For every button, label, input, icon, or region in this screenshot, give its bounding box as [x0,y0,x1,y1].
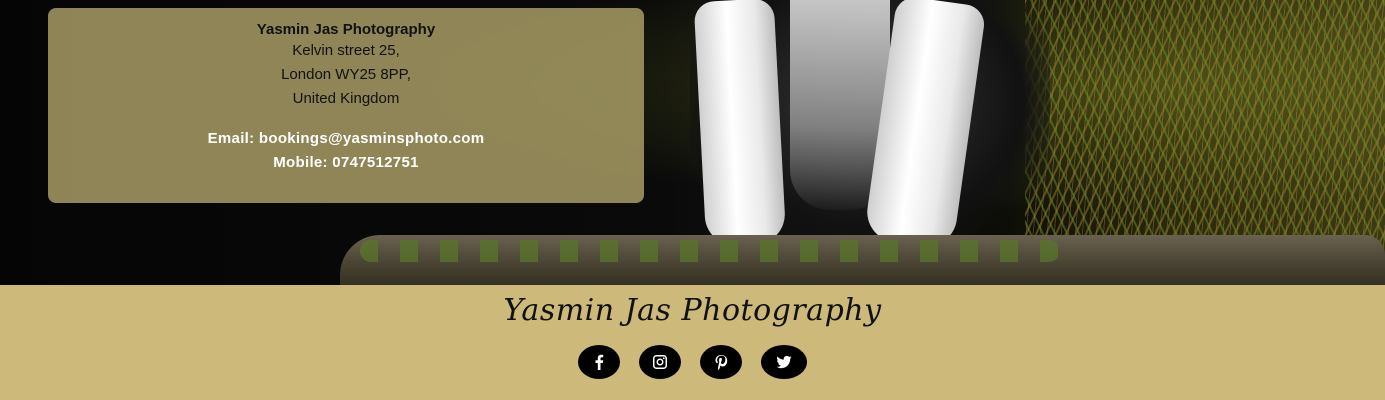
instagram-button[interactable] [639,345,681,379]
contact-card: Yasmin Jas Photography Kelvin street 25,… [48,8,644,203]
address-line: United Kingdom [292,90,400,107]
hero-moss [360,240,1060,262]
footer: Yasmin Jas Photography [0,285,1385,400]
social-links [0,345,1385,379]
hero-grass [1025,0,1385,250]
facebook-icon [595,354,604,370]
footer-brand: Yasmin Jas Photography [503,293,882,328]
facebook-button[interactable] [578,345,620,379]
twitter-icon [776,355,792,369]
twitter-button[interactable] [761,345,807,379]
address-line: Kelvin street 25, [292,42,400,59]
email-link[interactable]: Email: bookings@yasminsphoto.com [48,127,644,151]
business-name: Yasmin Jas Photography [256,21,436,38]
mobile-link[interactable]: Mobile: 0747512751 [48,151,644,175]
pinterest-icon [715,355,728,370]
instagram-icon [653,355,667,369]
pinterest-button[interactable] [700,345,742,379]
hero-dog-leg-left [693,0,787,247]
address-line: London WY25 8PP, [281,66,411,83]
